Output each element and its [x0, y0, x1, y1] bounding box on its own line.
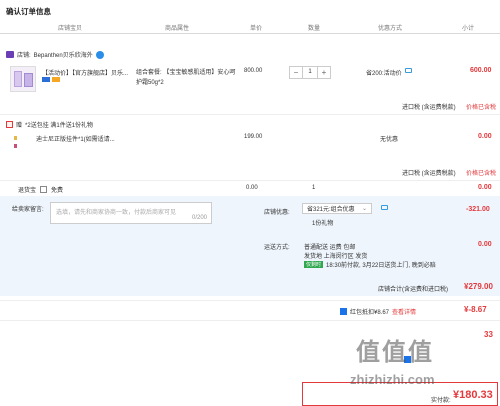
- divider: [0, 300, 500, 301]
- insurance-subtotal: 0.00: [478, 184, 492, 191]
- gift-thumbnail[interactable]: [14, 134, 26, 154]
- message-placeholder: 选填，请先和商家协商一致，付款后商家可见: [56, 210, 177, 216]
- chevron-down-icon: ⌄: [361, 206, 367, 212]
- redpacket-row: 红包抵扣¥8.67 查看详情: [340, 307, 416, 316]
- shipping-tag: 仅剩时: [304, 261, 324, 268]
- divider: [0, 180, 500, 181]
- item1-price: 800.00: [244, 68, 263, 74]
- gift-tax-value: 价格已含税: [466, 171, 497, 177]
- insurance-option: 免费: [51, 188, 64, 194]
- item1-subtotal: 600.00: [470, 67, 492, 74]
- store-row: 店铺: Bepanthen贝乐欣海外: [6, 50, 104, 59]
- pay-label: 实付款:: [431, 398, 451, 404]
- gift-promo: 无优惠: [380, 137, 399, 143]
- column-header: 店铺宝贝 商品属性 单价 数量 优惠方式 小计: [0, 18, 500, 34]
- shipping-delivery-row: 仅剩时 18:30前付款, 3月22日送货上门, 晚到必赔: [304, 260, 436, 269]
- gift-price: 199.00: [244, 134, 263, 140]
- insurance-price: 0.00: [246, 185, 258, 191]
- gift-image-piece: [14, 144, 17, 148]
- redpacket-checkbox[interactable]: [340, 308, 347, 315]
- gift-icon: [6, 121, 13, 128]
- item1-tax-value: 价格已含税: [466, 105, 497, 111]
- item1-promo: 省200:活动价: [366, 71, 402, 77]
- item1-title[interactable]: 【活动价】【官方旗舰店】贝乐...: [42, 68, 132, 77]
- item1-attr: 组合套餐: 【宝宝敏感肌适用】安心呵护霜50g*2: [136, 70, 236, 86]
- page-title: 确认订单信息: [6, 7, 51, 16]
- item1-promo-wrap: 省200:活动价: [366, 68, 412, 77]
- insurance-row: 退货宝 免费: [18, 185, 63, 194]
- redpacket-link[interactable]: 查看详情: [392, 307, 416, 316]
- store-prefix: 店铺:: [17, 53, 31, 59]
- watermark-site: zhizhizhi.com: [350, 372, 435, 387]
- redpacket-amount: ¥-8.67: [464, 305, 487, 314]
- divider: [0, 114, 500, 115]
- insurance-checkbox[interactable]: [40, 186, 48, 193]
- discount-gift-note: 1份礼物: [312, 221, 334, 227]
- store-name[interactable]: Bepanthen贝乐欣海外: [34, 50, 93, 59]
- shipping-label: 运送方式:: [264, 245, 290, 251]
- gift-header: 赠 *2送包挂 满1件送1份礼物: [6, 120, 93, 129]
- message-label: 给卖家留言:: [12, 207, 44, 213]
- divider: [0, 320, 500, 321]
- chat-icon[interactable]: [95, 50, 104, 59]
- message-counter: 0/200: [191, 215, 207, 221]
- store-icon: [6, 51, 14, 58]
- product-thumbnail[interactable]: [10, 66, 36, 92]
- shipping-origin: 发货地 上海闵行区 发货: [304, 254, 368, 260]
- gift-header-prefix: 赠: [16, 123, 23, 129]
- discount-selected: 省321元:组合优惠: [307, 207, 355, 213]
- gift-image-piece: [14, 136, 17, 140]
- store-total-label: 店铺合计(含运费和进口税): [378, 287, 448, 293]
- gift-title[interactable]: 迪士尼正版挂件*1(如需适请...: [36, 134, 115, 143]
- store-total-amount: ¥279.00: [464, 282, 493, 291]
- discount-select[interactable]: 省321元:组合优惠 ⌄: [302, 203, 372, 214]
- decrease-button[interactable]: −: [290, 67, 302, 78]
- comment-icon[interactable]: [404, 68, 412, 73]
- message-input[interactable]: 选填，请先和商家协商一致，付款后商家可见 0/200: [50, 202, 212, 224]
- discount-label: 店铺优惠:: [264, 210, 290, 216]
- col-promo: 优惠方式: [378, 26, 403, 32]
- comment-icon[interactable]: [381, 205, 388, 210]
- col-price: 单价: [250, 26, 263, 32]
- col-store: 店铺宝贝: [58, 26, 83, 32]
- pay-amount: ¥180.33: [453, 389, 493, 401]
- col-qty: 数量: [308, 26, 321, 32]
- watermark-logo: 值值值: [356, 339, 434, 366]
- gift-tax-label: 进口税 (含运费税款): [402, 171, 456, 177]
- product-image-tube: [14, 71, 22, 87]
- badge-icon: [52, 77, 60, 82]
- quantity-stepper[interactable]: − 1 +: [289, 66, 331, 79]
- item1-badges: [42, 77, 60, 82]
- gift-header-text: *2送包挂 满1件送1份礼物: [25, 123, 94, 129]
- insurance-label: 退货宝: [18, 188, 37, 194]
- badge-icon: [42, 77, 50, 82]
- product-image-box: [24, 73, 33, 87]
- col-subtotal: 小计: [462, 26, 475, 32]
- increase-button[interactable]: +: [318, 67, 330, 78]
- col-attr: 商品属性: [165, 26, 190, 32]
- discount-amount: -321.00: [466, 206, 490, 213]
- gift-subtotal: 0.00: [478, 133, 492, 140]
- shipping-delivery: 18:30前付款, 3月22日送货上门, 晚到必赔: [326, 263, 436, 269]
- summary-fragment: 33: [484, 330, 493, 339]
- insurance-qty: 1: [312, 185, 316, 191]
- quantity-input[interactable]: 1: [302, 67, 318, 78]
- shipping-method: 普通配送 运费 包邮: [304, 245, 356, 251]
- shipping-amount: 0.00: [478, 241, 492, 248]
- item1-tax-label: 进口税 (含运费税款): [402, 105, 456, 111]
- redpacket-label: 红包抵扣¥8.67: [350, 310, 390, 316]
